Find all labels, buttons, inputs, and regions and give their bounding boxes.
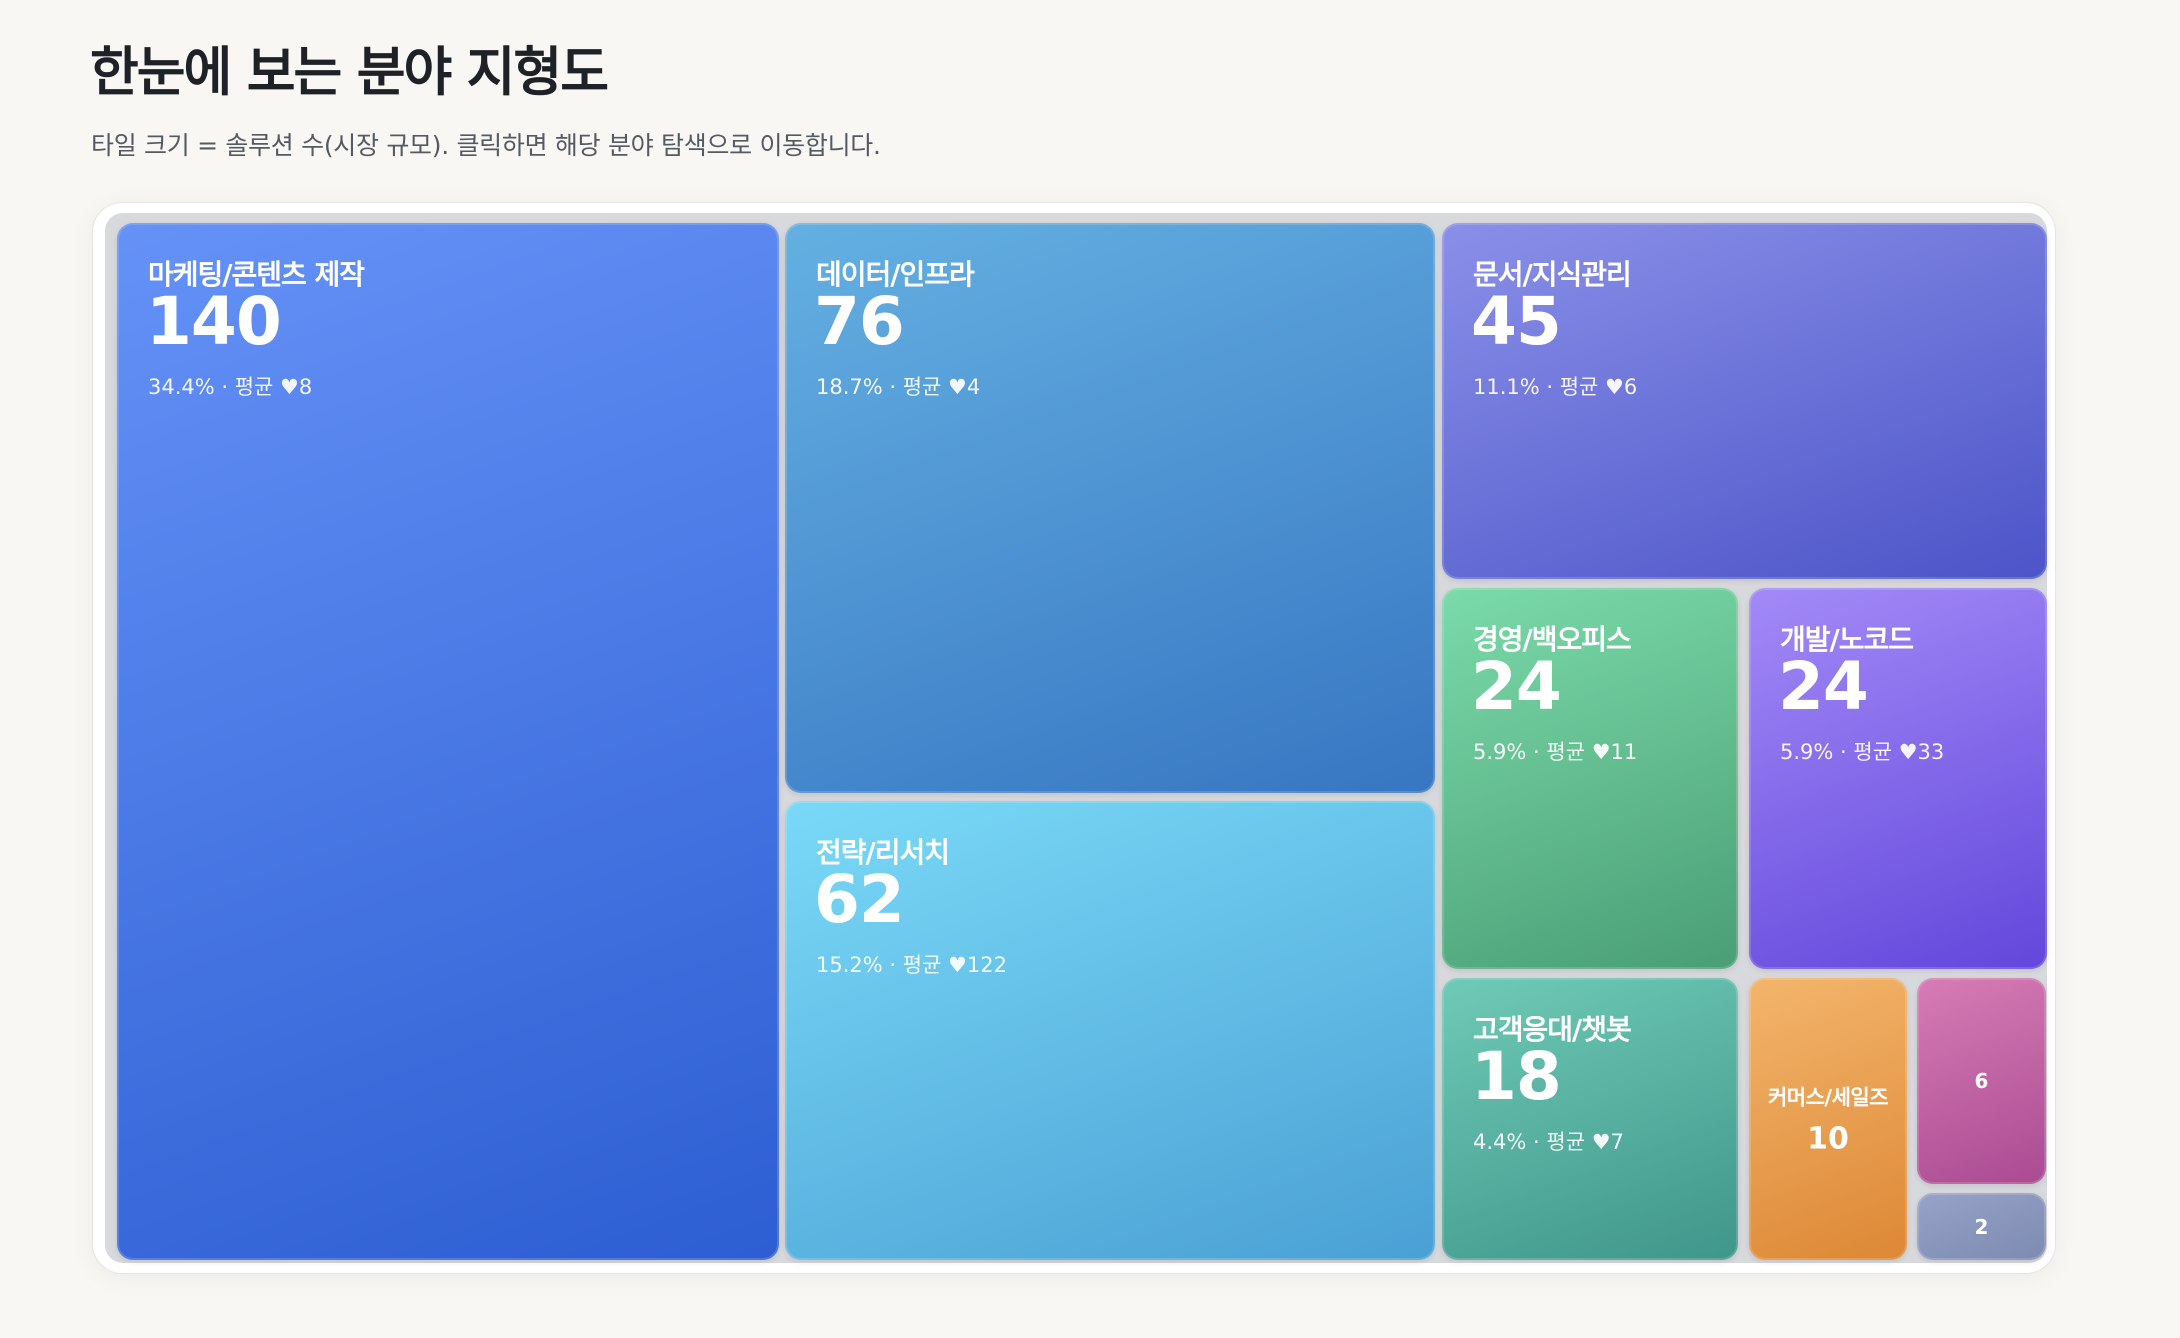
tile-value: 6	[1974, 1069, 1989, 1093]
tile-value: 2	[1974, 1214, 1989, 1239]
treemap-card: 마케팅/콘텐츠 제작 140 34.4% · 평균 ♥8 데이터/인프라 76 18.7%…	[92, 202, 2056, 1274]
tile-meta: 5.9% · 평균 ♥11	[1473, 740, 1638, 764]
treemap-tile[interactable]: 데이터/인프라 76 18.7% · 평균 ♥4	[785, 223, 1435, 793]
tile-meta: 11.1% · 평균 ♥6	[1473, 375, 1638, 399]
tile-meta: 18.7% · 평균 ♥4	[816, 375, 981, 399]
treemap-chart: 마케팅/콘텐츠 제작 140 34.4% · 평균 ♥8 데이터/인프라 76 18.7%…	[105, 213, 2047, 1263]
tile-meta: 5.9% · 평균 ♥33	[1780, 740, 1945, 764]
treemap-tile[interactable]: 마케팅/콘텐츠 제작 140 34.4% · 평균 ♥8	[117, 223, 779, 1260]
tile-content: 2	[1917, 1215, 2046, 1239]
tile-value: 18	[1471, 1038, 1562, 1115]
tile-value: 45	[1471, 283, 1562, 360]
tile-value: 24	[1778, 648, 1869, 725]
treemap-tile[interactable]: 커머스/세일즈 10	[1749, 978, 1907, 1260]
tile-content: 커머스/세일즈 10	[1749, 1082, 1907, 1157]
tile-meta: 34.4% · 평균 ♥8	[148, 375, 313, 399]
tile-value: 62	[814, 861, 905, 938]
treemap-tile[interactable]: 전략/리서치 62 15.2% · 평균 ♥122	[785, 801, 1435, 1260]
tile-value: 10	[1807, 1121, 1849, 1157]
page-title: 한눈에 보는 분야 지형도	[90, 42, 609, 103]
tile-meta: 4.4% · 평균 ♥7	[1473, 1130, 1624, 1154]
treemap-tile[interactable]: 경영/백오피스 24 5.9% · 평균 ♥11	[1442, 588, 1738, 969]
treemap-tile[interactable]: 2	[1917, 1193, 2046, 1260]
tile-value: 140	[146, 283, 282, 360]
tile-meta: 15.2% · 평균 ♥122	[816, 953, 1007, 977]
treemap-tile[interactable]: 문서/지식관리 45 11.1% · 평균 ♥6	[1442, 223, 2047, 579]
tile-label: 커머스/세일즈	[1767, 1085, 1889, 1110]
page-subtitle: 타일 크기 = 솔루션 수(시장 규모). 클릭하면 해당 분야 탐색으로 이동…	[91, 131, 881, 160]
tile-value: 24	[1471, 648, 1562, 725]
treemap-tile[interactable]: 6	[1917, 978, 2046, 1184]
treemap-tile[interactable]: 개발/노코드 24 5.9% · 평균 ♥33	[1749, 588, 2047, 969]
tile-content: 6	[1917, 1069, 2046, 1093]
tile-value: 76	[814, 283, 905, 360]
treemap-tile[interactable]: 고객응대/챗봇 18 4.4% · 평균 ♥7	[1442, 978, 1738, 1260]
